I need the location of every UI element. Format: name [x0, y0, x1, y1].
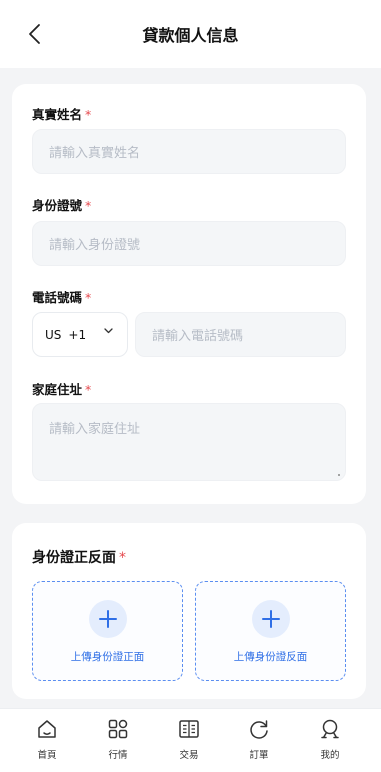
id-number-label-text: 身份證號 [32, 198, 83, 213]
plus-icon [89, 600, 127, 638]
address-label: 家庭住址 * [32, 379, 91, 398]
chevron-down-icon [104, 328, 113, 334]
book-icon [179, 720, 199, 738]
home-icon [38, 720, 56, 738]
tab-trade-label: 交易 [179, 750, 199, 761]
tab-profile-label: 我的 [320, 750, 340, 761]
top-bar: 貸款個人信息 [0, 0, 381, 68]
plus-icon [252, 600, 290, 638]
address-label-text: 家庭住址 [32, 382, 83, 397]
phone-input[interactable]: 請輸入電話號碼 [135, 312, 346, 357]
country-code-select[interactable]: US +1 [32, 312, 128, 357]
tab-market[interactable]: 行情 [88, 709, 148, 772]
bottom-tab-bar: 首頁 行情 交易 訂單 我的 [0, 708, 381, 772]
required-mark: * [85, 198, 92, 213]
id-number-placeholder: 請輸入身份證號 [49, 238, 141, 253]
id-upload-title-text: 身份證正反面 [32, 550, 116, 566]
dial-code: +1 [68, 327, 87, 342]
phone-label: 電話號碼 * [32, 287, 91, 306]
id-upload-title: 身份證正反面 * [32, 547, 126, 567]
tab-home-label: 首頁 [37, 750, 57, 761]
required-mark: * [119, 550, 126, 566]
tab-orders[interactable]: 訂單 [229, 709, 289, 772]
name-label-text: 真實姓名 [32, 107, 83, 122]
required-mark: * [85, 290, 92, 305]
country-code: US [45, 327, 62, 342]
real-name-input[interactable]: 請輸入真實姓名 [32, 129, 346, 174]
tab-trade[interactable]: 交易 [159, 709, 219, 772]
name-label: 真實姓名 * [32, 104, 91, 123]
id-upload-card: 身份證正反面 * 上傳身份證正面 上傳身份證反面 [12, 523, 366, 699]
upload-id-back-button[interactable]: 上傳身份證反面 [195, 581, 346, 681]
phone-label-text: 電話號碼 [32, 290, 83, 305]
id-number-input[interactable]: 請輸入身份證號 [32, 221, 346, 266]
upload-back-label: 上傳身份證反面 [233, 651, 308, 663]
page-title: 貸款個人信息 [142, 26, 239, 45]
user-icon [321, 719, 339, 739]
tab-orders-label: 訂單 [249, 750, 269, 761]
required-mark: * [85, 107, 92, 122]
tab-profile[interactable]: 我的 [300, 709, 360, 772]
tab-market-label: 行情 [108, 750, 128, 761]
address-placeholder: 請輸入家庭住址 [49, 422, 141, 437]
address-textarea[interactable]: 請輸入家庭住址 [32, 403, 346, 481]
resize-handle-icon[interactable] [336, 472, 342, 478]
grid-icon [108, 719, 128, 739]
id-number-label: 身份證號 * [32, 195, 91, 214]
tab-home[interactable]: 首頁 [17, 709, 77, 772]
real-name-placeholder: 請輸入真實姓名 [49, 146, 141, 161]
personal-info-card: 真實姓名 * 請輸入真實姓名 身份證號 * 請輸入身份證號 電話號碼 * US +1 … [12, 84, 366, 504]
upload-front-label: 上傳身份證正面 [70, 651, 145, 663]
required-mark: * [85, 382, 92, 397]
phone-placeholder: 請輸入電話號碼 [152, 329, 244, 344]
upload-id-front-button[interactable]: 上傳身份證正面 [32, 581, 183, 681]
refresh-icon [250, 720, 268, 739]
